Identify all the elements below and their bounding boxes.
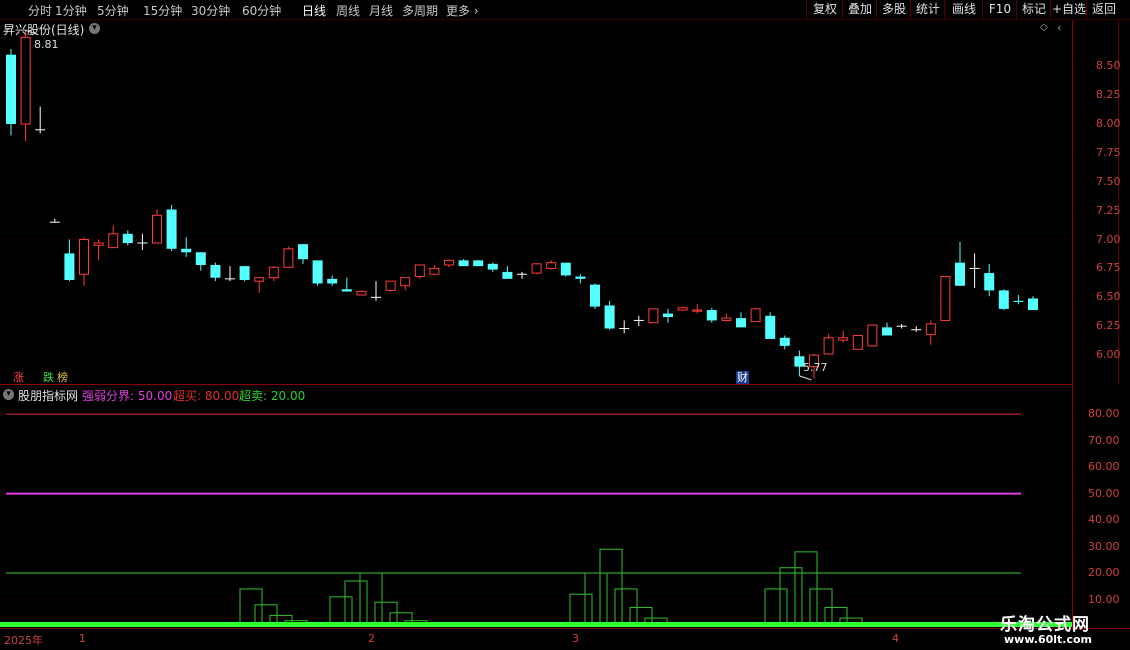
indicator-bar [344, 580, 368, 627]
indicator-chart [0, 413, 1072, 627]
indicator-tick-4: 40.00 [1088, 513, 1120, 527]
price-tick-3: 7.75 [1096, 145, 1121, 159]
indicator-tick-5: 30.00 [1088, 539, 1120, 553]
price-tick-10: 6.00 [1096, 348, 1121, 362]
price-tick-7: 6.75 [1096, 261, 1121, 275]
indicator-bar [239, 588, 263, 627]
price-tick-8: 6.50 [1096, 290, 1121, 304]
x-label-apr: 4 [892, 632, 899, 645]
indicator-baseline [0, 622, 1072, 627]
price-tick-2: 8.00 [1096, 117, 1121, 130]
watermark-brand: 乐淘公式网 [1000, 615, 1090, 635]
indicator-tick-0: 80.00 [1088, 407, 1120, 421]
price-tick-0: 8.50 [1096, 59, 1121, 73]
indicator-bar [329, 596, 353, 627]
price-tick-4: 7.50 [1096, 174, 1121, 188]
x-label-mar: 3 [572, 632, 579, 645]
indicator-tick-7: 10.00 [1088, 592, 1120, 606]
indicator-tick-2: 60.00 [1088, 460, 1120, 474]
x-label-year: 2025年 [4, 634, 43, 647]
price-axis-divider [1072, 20, 1073, 630]
toolbar-button-8[interactable]: 返回 [1086, 0, 1121, 19]
price-tick-6: 7.00 [1096, 232, 1121, 246]
indicator-bar [779, 567, 803, 627]
price-tick-5: 7.25 [1096, 203, 1121, 217]
x-label-feb: 2 [368, 632, 375, 645]
x-label-jan: 1 [79, 632, 86, 645]
indicator-tick-6: 20.00 [1088, 566, 1120, 580]
indicator-bar [599, 548, 623, 627]
indicator-tick-1: 70.00 [1088, 433, 1120, 447]
price-tick-1: 8.25 [1096, 88, 1121, 102]
indicator-bar [569, 593, 593, 627]
watermark-url: www.60lt.com [1004, 633, 1093, 646]
indicator-bar [764, 588, 788, 627]
price-tick-9: 6.25 [1096, 319, 1121, 333]
indicator-tick-3: 50.00 [1088, 486, 1120, 500]
